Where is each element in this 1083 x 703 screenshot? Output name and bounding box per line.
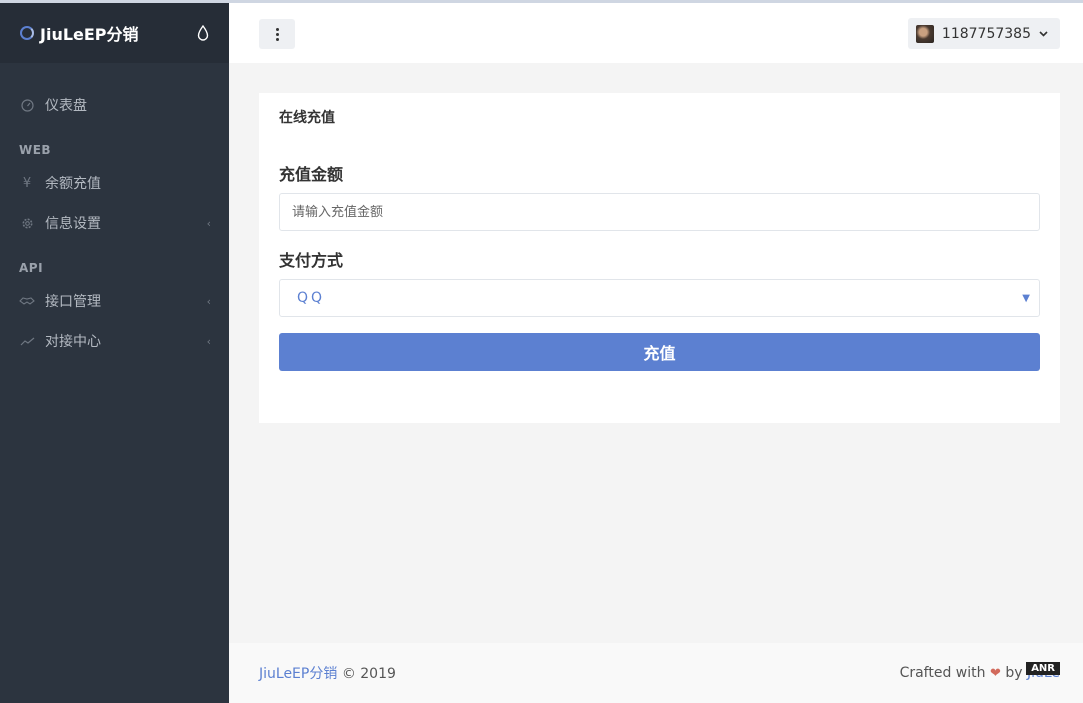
theme-drop-icon[interactable] <box>197 25 209 41</box>
yen-icon: ¥ <box>22 175 32 191</box>
chevron-left-icon: ‹ <box>206 216 211 230</box>
footer-crafted-by: by <box>1005 665 1023 681</box>
footer-crafted-prefix: Crafted with <box>899 665 986 681</box>
caret-down-icon: ▼ <box>1022 292 1030 304</box>
brand-name[interactable]: JiuLeEP分销 <box>40 21 197 45</box>
sidebar-item-label: 信息设置 <box>45 216 101 232</box>
sidebar-item-api-management[interactable]: 接口管理 ‹ <box>0 281 229 321</box>
chevron-left-icon: ‹ <box>206 294 211 308</box>
payment-method-value: QQ <box>297 290 326 306</box>
sidebar: JiuLeEP分销 仪表盘 WEB ¥ 余额充值 信息设置 ‹ API 接口管理… <box>0 0 229 703</box>
chevron-down-icon <box>1039 30 1048 37</box>
watermark-badge: ANR <box>1026 662 1060 675</box>
heart-icon: ❤ <box>989 666 1001 681</box>
gear-icon <box>19 217 35 230</box>
recharge-form: 充值金额 支付方式 QQ ▼ 充值 <box>259 161 1060 371</box>
user-id: 1187757385 <box>941 25 1031 42</box>
menu-toggle-button[interactable] <box>259 19 295 49</box>
avatar <box>915 24 934 43</box>
payment-method-select[interactable]: QQ ▼ <box>279 279 1040 317</box>
sidebar-item-label: 仪表盘 <box>45 98 87 114</box>
gauge-icon <box>19 98 35 112</box>
logo-ring-icon <box>20 26 34 40</box>
nav-heading-web: WEB <box>19 143 52 157</box>
sidebar-item-balance-recharge[interactable]: ¥ 余额充值 <box>0 163 229 203</box>
chevron-left-icon: ‹ <box>206 334 211 348</box>
amount-input[interactable] <box>279 193 1040 231</box>
chart-line-icon <box>19 336 35 347</box>
amount-label: 充值金额 <box>279 165 344 184</box>
sidebar-item-label: 对接中心 <box>45 334 101 350</box>
sidebar-nav: 仪表盘 WEB ¥ 余额充值 信息设置 ‹ API 接口管理 ‹ 对接中心 ‹ <box>0 63 229 361</box>
sidebar-item-info-settings[interactable]: 信息设置 ‹ <box>0 203 229 243</box>
sidebar-item-label: 余额充值 <box>45 176 101 192</box>
sidebar-item-integration-center[interactable]: 对接中心 ‹ <box>0 321 229 361</box>
recharge-submit-button[interactable]: 充值 <box>279 333 1040 371</box>
nav-heading-api: API <box>19 261 44 275</box>
footer-left: JiuLeEP分销 © 2019 <box>259 663 396 683</box>
footer: JiuLeEP分销 © 2019 Crafted with ❤ by JiuLe <box>229 643 1083 703</box>
sidebar-item-dashboard[interactable]: 仪表盘 <box>0 85 229 125</box>
vertical-dots-icon <box>275 27 279 41</box>
sidebar-item-label: 接口管理 <box>45 294 101 310</box>
top-header: 1187757385 <box>229 0 1083 63</box>
recharge-card: 在线充值 充值金额 支付方式 QQ ▼ 充值 <box>259 93 1060 423</box>
footer-copyright: © 2019 <box>341 666 396 682</box>
user-menu-button[interactable]: 1187757385 <box>907 18 1060 49</box>
sidebar-header: JiuLeEP分销 <box>0 0 229 63</box>
handshake-icon <box>19 295 35 307</box>
footer-brand-link[interactable]: JiuLeEP分销 <box>259 666 337 682</box>
card-title: 在线充值 <box>279 110 335 126</box>
payment-method-label: 支付方式 <box>279 251 344 270</box>
